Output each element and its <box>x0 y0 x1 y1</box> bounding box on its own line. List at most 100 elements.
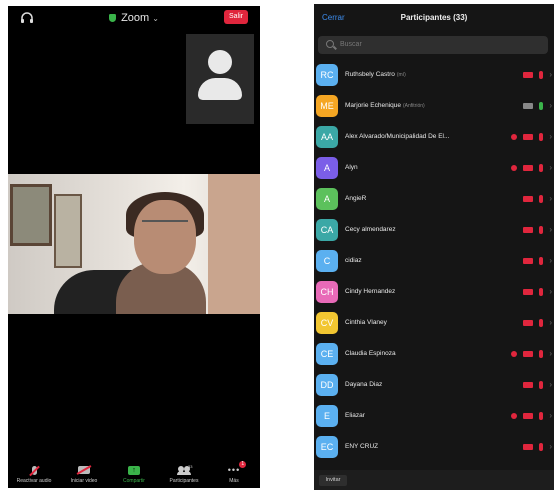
participants-title: Participantes (33) <box>400 13 468 22</box>
active-speaker-video[interactable] <box>8 174 260 314</box>
participants-button[interactable]: 33 Participantes <box>160 464 208 484</box>
participant-list: RC Ruthsbely Castro (mí) › ME Marjorie Ec… <box>314 60 554 463</box>
participant-status: › <box>523 287 552 297</box>
participant-row[interactable]: AA Alex Alvarado/Municipalidad De El... … <box>314 122 554 153</box>
participant-name: Dayana Diaz <box>345 381 382 388</box>
meeting-title[interactable]: Zoom ⌄ <box>8 12 260 24</box>
unmute-audio-button[interactable]: Reactivar audio <box>10 464 58 484</box>
participant-name: Alyn <box>345 164 358 171</box>
participant-name-text: ENY CRUZ <box>345 443 379 450</box>
participant-name: AngieR <box>345 195 366 202</box>
video-off-icon <box>523 258 534 264</box>
video-off-icon <box>523 444 534 450</box>
video-off-icon <box>523 289 534 295</box>
leave-button[interactable]: Salir <box>224 10 248 24</box>
participant-row[interactable]: A AngieR › <box>314 184 554 215</box>
participant-name-text: Alyn <box>345 164 358 171</box>
meeting-screen: Zoom ⌄ Salir Reactivar audio Iniciar vide… <box>8 6 260 488</box>
search-input[interactable]: Buscar <box>318 36 548 54</box>
video-off-icon <box>523 134 534 140</box>
video-off-icon <box>523 227 534 233</box>
participant-name-text: Marjorie Echenique <box>345 102 402 109</box>
invite-button[interactable]: Invitar <box>319 475 347 486</box>
more-label: Más <box>229 478 239 484</box>
chevron-right-icon: › <box>549 132 552 141</box>
mic-muted-icon <box>539 443 544 451</box>
participant-row[interactable]: E Eliazar › <box>314 401 554 432</box>
chevron-right-icon: › <box>549 318 552 327</box>
participant-row[interactable]: C cidiaz › <box>314 246 554 277</box>
camera-off-icon <box>78 466 90 474</box>
mic-muted-icon <box>539 319 544 327</box>
participant-name-text: Cindy Hernandez <box>345 288 396 295</box>
meeting-title-label: Zoom <box>121 12 150 24</box>
participant-row[interactable]: CV Cinthia Vlaney › <box>314 308 554 339</box>
participants-footer: Invitar <box>314 470 554 490</box>
participant-tag: (mí) <box>396 72 406 78</box>
participant-row[interactable]: EC ENY CRUZ › <box>314 432 554 463</box>
participant-name-text: Cecy almendarez <box>345 226 396 233</box>
participant-status: › <box>523 380 552 390</box>
mic-muted-icon <box>539 226 544 234</box>
meeting-top-bar: Zoom ⌄ Salir <box>8 6 260 30</box>
participant-status: › <box>511 132 552 142</box>
recording-icon <box>511 165 518 171</box>
chevron-right-icon: › <box>549 70 552 79</box>
video-off-icon <box>523 382 534 388</box>
recording-icon <box>511 413 518 419</box>
speaker-glasses <box>142 220 188 232</box>
participant-name: Cinthia Vlaney <box>345 319 387 326</box>
more-button[interactable]: ••• 1 Más <box>210 460 258 484</box>
participant-row[interactable]: CH Cindy Hernandez › <box>314 277 554 308</box>
participants-panel: Cerrar Participantes (33) Buscar RC Ruth… <box>314 4 554 490</box>
unmute-audio-label: Reactivar audio <box>16 478 52 484</box>
self-video-thumbnail[interactable] <box>186 34 254 124</box>
mic-muted-icon <box>539 288 544 296</box>
wall-picture-frame <box>54 194 82 268</box>
participant-name-text: cidiaz <box>345 257 362 264</box>
participant-status: › <box>511 349 552 359</box>
avatar: A <box>316 188 338 210</box>
participant-name: Alex Alvarado/Municipalidad De El... <box>345 133 449 140</box>
participant-row[interactable]: ME Marjorie Echenique (Anfitrión) › <box>314 91 554 122</box>
participant-name: Claudia Espinoza <box>345 350 396 357</box>
meeting-toolbar: Reactivar audio Iniciar video ↑ Comparti… <box>8 460 260 488</box>
video-off-icon <box>523 320 534 326</box>
video-off-icon <box>523 196 534 202</box>
participant-row[interactable]: CA Cecy almendarez › <box>314 215 554 246</box>
video-off-icon <box>523 165 534 171</box>
avatar-head-icon <box>208 50 232 74</box>
participant-status: › <box>511 163 552 173</box>
chevron-right-icon: › <box>549 225 552 234</box>
chevron-right-icon: › <box>549 287 552 296</box>
participant-row[interactable]: CE Claudia Espinoza › <box>314 339 554 370</box>
mic-muted-icon <box>539 71 544 79</box>
participant-row[interactable]: A Alyn › <box>314 153 554 184</box>
chevron-right-icon: › <box>549 349 552 358</box>
mic-on-icon <box>539 102 544 110</box>
search-icon <box>326 40 334 48</box>
start-video-button[interactable]: Iniciar video <box>60 464 108 484</box>
participant-status: › <box>523 256 552 266</box>
mic-muted-icon <box>539 133 544 141</box>
mic-muted-icon <box>539 381 544 389</box>
chevron-right-icon: › <box>549 411 552 420</box>
participants-label: Participantes <box>169 478 199 484</box>
participant-row[interactable]: RC Ruthsbely Castro (mí) › <box>314 60 554 91</box>
mic-muted-icon <box>539 195 544 203</box>
recording-icon <box>511 134 518 140</box>
participant-name-text: Cinthia Vlaney <box>345 319 387 326</box>
share-label: Compartir <box>123 478 145 484</box>
participant-name-text: Eliazar <box>345 412 365 419</box>
participant-row[interactable]: DD Dayana Diaz › <box>314 370 554 401</box>
share-button[interactable]: ↑ Compartir <box>110 464 158 484</box>
mic-muted-icon <box>31 465 37 475</box>
video-off-icon <box>523 351 534 357</box>
avatar: RC <box>316 64 338 86</box>
participant-status: › <box>523 194 552 204</box>
chevron-right-icon: › <box>549 256 552 265</box>
participant-name: ENY CRUZ <box>345 443 378 450</box>
participant-status: › <box>511 411 552 421</box>
avatar: CE <box>316 343 338 365</box>
participant-name: Marjorie Echenique (Anfitrión) <box>345 102 425 109</box>
